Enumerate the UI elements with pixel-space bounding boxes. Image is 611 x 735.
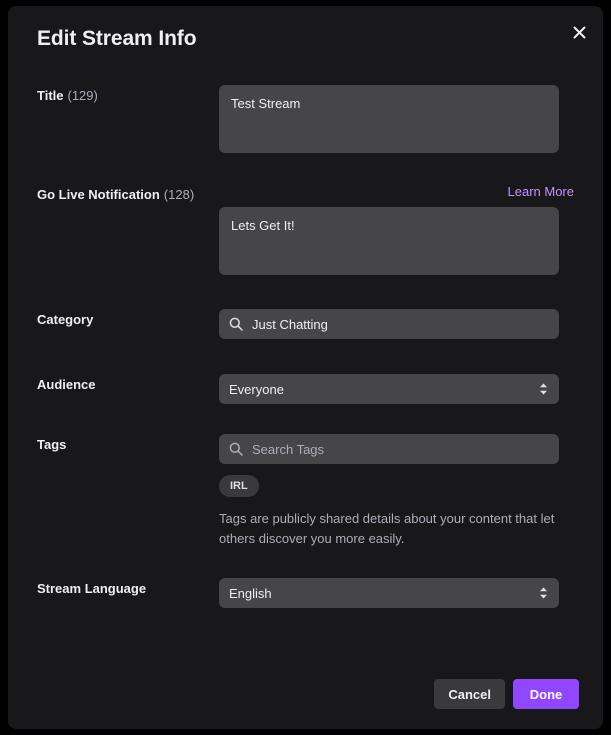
dialog-footer: Cancel Done [434,679,579,709]
go-live-label-col: Go Live Notification (128) [37,184,219,204]
audience-label-col: Audience [37,374,219,394]
form-body: Title (129) Test Stream Go Live Notificat… [8,85,603,608]
field-row-tags: Tags Search Tags IRL Tags are publicly s… [37,434,574,548]
category-input[interactable]: Just Chatting [219,309,559,339]
field-row-audience: Audience Everyone [37,374,574,404]
category-label: Category [37,312,93,327]
go-live-char-count: (128) [164,187,194,202]
category-label-col: Category [37,309,219,329]
go-live-notification-label: Go Live Notification [37,187,160,202]
audience-field-col: Everyone [219,374,574,404]
stream-language-field-col: English [219,578,574,608]
tags-field-col: Search Tags IRL Tags are publicly shared… [219,434,574,548]
stream-language-select[interactable]: English [219,578,559,608]
close-icon [573,26,586,39]
tags-label: Tags [37,437,66,452]
dialog-header: Edit Stream Info [8,6,603,70]
search-icon [229,317,243,331]
field-row-category: Category Just Chatting [37,309,574,339]
stream-language-label: Stream Language [37,581,146,596]
close-button[interactable] [565,18,593,46]
search-icon [229,442,243,456]
field-row-stream-language: Stream Language English [37,578,574,608]
chevron-updown-icon [538,586,549,600]
tag-pill-irl[interactable]: IRL [219,475,259,497]
learn-more-link[interactable]: Learn More [508,184,574,199]
done-button[interactable]: Done [513,679,579,709]
title-label: Title [37,88,64,103]
go-live-field-col: Learn More Lets Get It! [219,184,574,275]
title-label-col: Title (129) [37,85,219,105]
field-row-title: Title (129) Test Stream [37,85,574,153]
tags-search-placeholder: Search Tags [252,442,324,457]
category-value: Just Chatting [252,317,328,332]
chevron-updown-icon [538,382,549,396]
tags-label-col: Tags [37,434,219,454]
audience-select[interactable]: Everyone [219,374,559,404]
edit-stream-info-dialog: Edit Stream Info Title (129) Test Stream … [8,6,603,729]
category-field-col: Just Chatting [219,309,574,339]
title-input[interactable]: Test Stream [219,85,559,153]
tags-search-input[interactable]: Search Tags [219,434,559,464]
stream-language-value: English [229,586,272,601]
audience-value: Everyone [229,382,284,397]
go-live-notification-input[interactable]: Lets Get It! [219,207,559,275]
field-row-go-live-notification: Go Live Notification (128) Learn More Let… [37,184,574,275]
audience-label: Audience [37,377,96,392]
stream-language-label-col: Stream Language [37,578,219,598]
title-field-col: Test Stream [219,85,574,153]
dialog-title: Edit Stream Info [37,27,196,51]
tags-helper-text: Tags are publicly shared details about y… [219,509,564,548]
tag-list: IRL [219,475,574,497]
title-char-count: (129) [68,88,98,103]
cancel-button[interactable]: Cancel [434,679,505,709]
